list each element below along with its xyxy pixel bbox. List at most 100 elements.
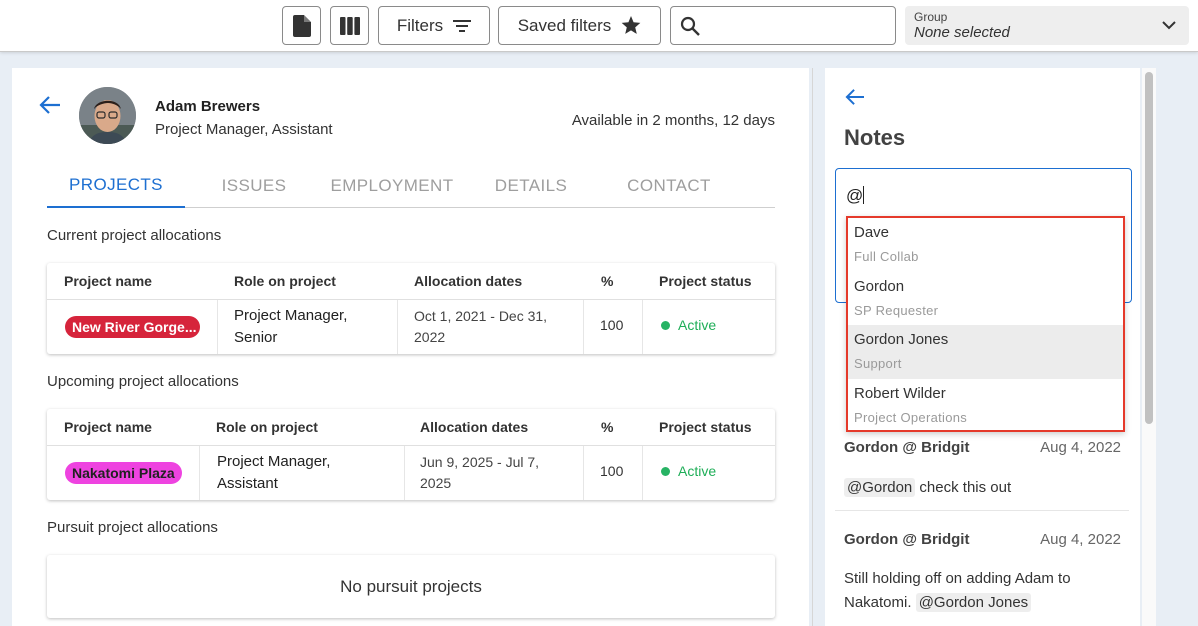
upcoming-allocations-table: Project name Role on project Allocation … <box>47 409 775 500</box>
option-name: Robert Wilder <box>854 385 946 402</box>
tab-bar: PROJECTS ISSUES EMPLOYMENT DETAILS CONTA… <box>47 164 775 208</box>
group-select[interactable]: Group None selected <box>905 6 1189 45</box>
pursuit-allocations-title: Pursuit project allocations <box>47 519 218 536</box>
filters-label: Filters <box>396 15 444 35</box>
tab-issues[interactable]: ISSUES <box>209 164 299 207</box>
status-text: Active <box>678 463 717 479</box>
mention-option-dave[interactable]: Dave Full Collab <box>848 218 1123 272</box>
col-percent: % <box>601 273 614 289</box>
note-text: check this out <box>915 479 1012 496</box>
status-cell: Active <box>661 463 716 479</box>
back-arrow-icon[interactable] <box>845 88 865 106</box>
option-name: Gordon Jones <box>854 331 949 348</box>
cell-divider <box>404 446 405 500</box>
project-pill[interactable]: Nakatomi Plaza <box>65 462 182 484</box>
option-name: Dave <box>854 224 890 241</box>
pursuit-empty-card: No pursuit projects <box>47 555 775 618</box>
filter-lines-icon <box>453 19 472 32</box>
document-view-button[interactable] <box>282 6 321 45</box>
dates-line-2: 2022 <box>414 329 446 345</box>
note-item: Gordon @ Bridgit Aug 4, 2022 @Gordon che… <box>835 424 1129 511</box>
role-line-2: Senior <box>234 329 278 346</box>
availability-text: Available in 2 months, 12 days <box>571 112 775 129</box>
note-input-text: @ <box>846 186 864 205</box>
col-role: Role on project <box>216 419 318 435</box>
cell-divider <box>397 300 398 354</box>
role-line-2: Assistant <box>217 475 278 492</box>
star-icon <box>621 16 641 34</box>
text-caret <box>863 186 865 204</box>
table-header: Project name Role on project Allocation … <box>47 263 775 300</box>
col-dates: Allocation dates <box>420 419 529 435</box>
filters-button[interactable]: Filters <box>378 6 490 45</box>
role-cell: Project Manager, Senior <box>234 305 347 349</box>
group-label: Group <box>914 10 948 24</box>
person-detail-panel: Adam Brewers Project Manager, Assistant … <box>12 68 809 626</box>
note-body: @Gordon check this out <box>844 476 1124 500</box>
tab-employment[interactable]: EMPLOYMENT <box>327 164 457 207</box>
note-author: Gordon @ Bridgit <box>844 531 970 548</box>
tab-contact[interactable]: CONTACT <box>615 164 723 207</box>
cell-divider <box>583 300 584 354</box>
saved-filters-label: Saved filters <box>517 15 612 35</box>
col-status: Project status <box>659 273 752 289</box>
mention-tag[interactable]: @Gordon <box>844 478 916 497</box>
col-percent: % <box>601 419 614 435</box>
chevron-down-icon <box>1162 21 1176 30</box>
mention-dropdown: Dave Full Collab Gordon SP Requester Gor… <box>846 216 1125 432</box>
dates-line-1: Jun 9, 2025 - Jul 7, <box>420 454 540 470</box>
mention-option-robert-wilder[interactable]: Robert Wilder Project Operations <box>848 379 1123 433</box>
status-dot-icon <box>661 466 670 476</box>
note-body: Still holding off on adding Adam to Naka… <box>844 567 1124 615</box>
cell-divider <box>217 300 218 354</box>
option-name: Gordon <box>854 278 905 295</box>
project-pill[interactable]: New River Gorge... <box>65 316 200 338</box>
dates-cell: Oct 1, 2021 - Dec 31, 2022 <box>414 306 547 348</box>
cell-divider <box>642 300 643 354</box>
notes-title: Notes <box>844 125 906 150</box>
table-row[interactable]: Nakatomi Plaza Project Manager, Assistan… <box>47 446 775 500</box>
columns-view-button[interactable] <box>330 6 369 45</box>
person-name: Adam Brewers <box>155 98 261 115</box>
cell-divider <box>199 446 200 500</box>
current-allocations-title: Current project allocations <box>47 227 222 244</box>
percent-cell: 100 <box>600 463 624 479</box>
cell-divider <box>583 446 584 500</box>
current-allocations-table: Project name Role on project Allocation … <box>47 263 775 354</box>
role-line-1: Project Manager, <box>217 453 331 470</box>
col-status: Project status <box>659 419 752 435</box>
note-item: Gordon @ Bridgit Aug 4, 2022 Still holdi… <box>835 514 1129 626</box>
status-cell: Active <box>661 317 716 333</box>
dates-cell: Jun 9, 2025 - Jul 7, 2025 <box>420 452 539 494</box>
table-header: Project name Role on project Allocation … <box>47 409 775 446</box>
person-role: Project Manager, Assistant <box>155 121 333 138</box>
search-icon <box>680 16 700 36</box>
option-subtitle: Project Operations <box>854 410 968 425</box>
mention-option-gordon-jones[interactable]: Gordon Jones Support <box>848 325 1123 379</box>
mention-option-gordon[interactable]: Gordon SP Requester <box>848 272 1123 326</box>
panel-divider <box>812 68 813 626</box>
note-author: Gordon @ Bridgit <box>844 439 970 456</box>
tab-details[interactable]: DETAILS <box>485 164 577 207</box>
cell-divider <box>642 446 643 500</box>
dates-line-2: 2025 <box>420 475 452 491</box>
col-dates: Allocation dates <box>414 273 523 289</box>
top-toolbar: Filters Saved filters Group None selecte… <box>0 0 1198 52</box>
note-input-value: @ <box>846 186 865 206</box>
option-subtitle: Support <box>854 356 902 371</box>
dates-line-1: Oct 1, 2021 - Dec 31, <box>414 308 548 324</box>
role-line-1: Project Manager, <box>234 307 348 324</box>
col-role: Role on project <box>234 273 336 289</box>
tab-projects[interactable]: PROJECTS <box>47 164 185 208</box>
table-row[interactable]: New River Gorge... Project Manager, Seni… <box>47 300 775 354</box>
note-date: Aug 4, 2022 <box>1040 439 1121 456</box>
option-subtitle: SP Requester <box>854 303 939 318</box>
mention-tag[interactable]: @Gordon Jones <box>915 593 1032 612</box>
saved-filters-button[interactable]: Saved filters <box>498 6 661 45</box>
columns-icon <box>339 16 360 35</box>
notes-scrollbar-thumb[interactable] <box>1145 72 1153 424</box>
search-input[interactable] <box>670 6 896 45</box>
upcoming-allocations-title: Upcoming project allocations <box>47 373 239 390</box>
back-arrow-icon[interactable] <box>39 95 61 115</box>
percent-cell: 100 <box>600 317 624 333</box>
